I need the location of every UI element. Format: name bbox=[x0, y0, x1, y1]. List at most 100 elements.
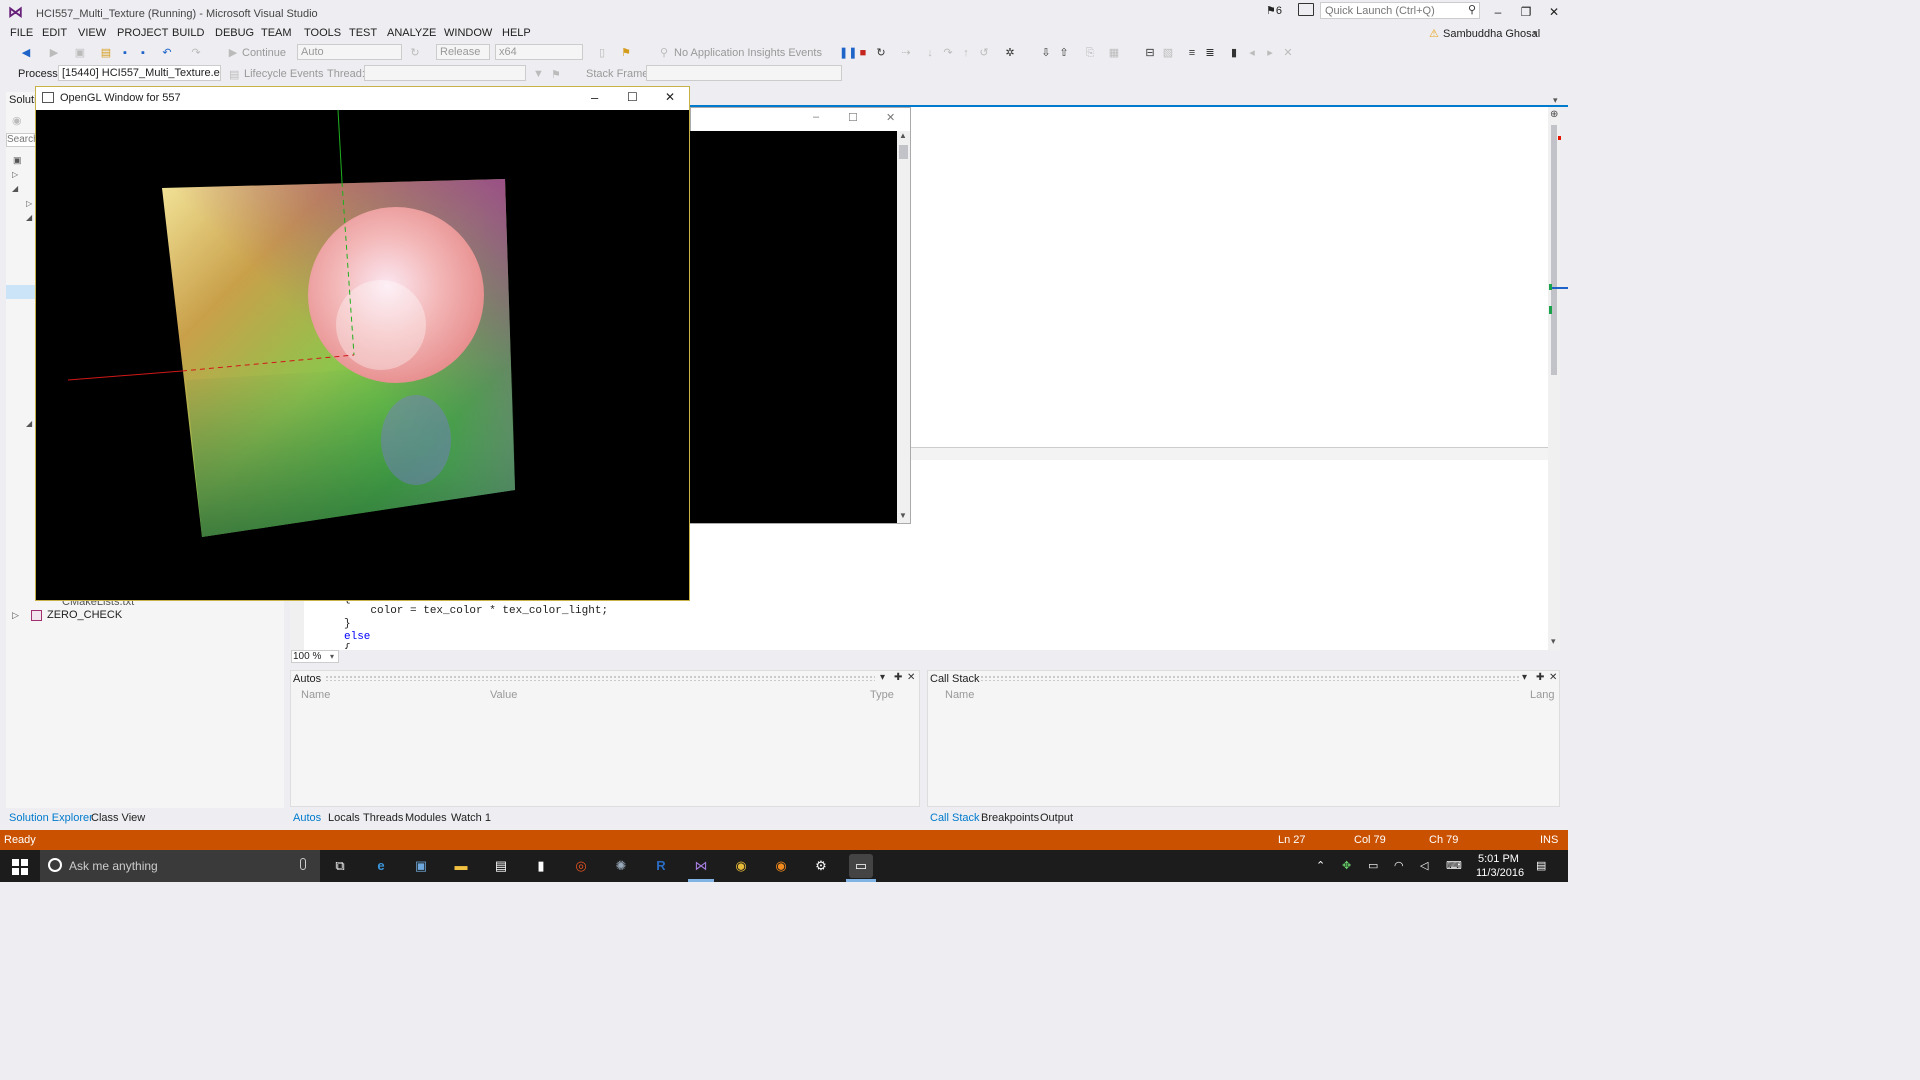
menu-window[interactable]: WINDOW bbox=[444, 27, 492, 39]
collapse-icon[interactable]: ◢ bbox=[12, 184, 18, 193]
ubuntu-icon[interactable]: ◎ bbox=[569, 854, 593, 878]
run-to-cursor-icon[interactable]: ↺ bbox=[978, 47, 990, 59]
autos-col-name[interactable]: Name bbox=[301, 689, 330, 701]
taskbar-search-placeholder[interactable]: Ask me anything bbox=[69, 859, 158, 873]
solution-config-combo[interactable]: Auto bbox=[297, 44, 402, 60]
pin-icon[interactable]: ✚ bbox=[1536, 672, 1544, 683]
search-icon[interactable]: ⚲ bbox=[1468, 3, 1476, 16]
attach-icon[interactable]: ⎘ bbox=[1084, 47, 1096, 59]
file-explorer-icon[interactable]: ▬ bbox=[449, 854, 473, 878]
console-close-button[interactable]: ✕ bbox=[886, 111, 895, 124]
diagnostics-icon[interactable]: ✲ bbox=[1004, 47, 1016, 59]
tab-list-icon[interactable]: ▾ bbox=[1553, 95, 1558, 106]
clear-bookmarks-icon[interactable]: ✕ bbox=[1282, 47, 1294, 59]
chevron-down-icon[interactable]: ▾ bbox=[1533, 28, 1538, 39]
firefox-icon[interactable]: ◉ bbox=[769, 854, 793, 878]
chevron-down-icon[interactable]: ▾ bbox=[1522, 672, 1527, 683]
tray-app-icon[interactable]: ✥ bbox=[1342, 859, 1351, 872]
user-account[interactable]: Sambuddha Ghosal bbox=[1443, 28, 1540, 40]
layout-icon[interactable]: ▦ bbox=[1108, 47, 1120, 59]
console-output[interactable] bbox=[690, 131, 897, 523]
tab-watch-1[interactable]: Watch 1 bbox=[451, 812, 491, 824]
windows-start-icon[interactable] bbox=[12, 859, 28, 875]
autos-col-value[interactable]: Value bbox=[490, 689, 517, 701]
download-icon[interactable]: ⇩ bbox=[1040, 47, 1052, 59]
solution-search-input[interactable]: Search bbox=[6, 133, 36, 147]
chevron-down-icon[interactable]: ▼ bbox=[899, 511, 907, 520]
menu-file[interactable]: FILE bbox=[10, 27, 33, 39]
gl-maximize-button[interactable]: ☐ bbox=[627, 90, 638, 104]
tree-item-zero-check[interactable]: ZERO_CHECK bbox=[47, 609, 122, 621]
gl-minimize-button[interactable]: – bbox=[591, 90, 598, 105]
menu-build[interactable]: BUILD bbox=[172, 27, 204, 39]
back-icon[interactable]: ◀ bbox=[20, 47, 32, 59]
find-icon[interactable]: ⚑ bbox=[620, 47, 632, 59]
continue-button[interactable]: Continue bbox=[242, 47, 286, 59]
tab-solution-explorer[interactable]: Solution Explorer bbox=[9, 812, 93, 824]
menu-tools[interactable]: TOOLS bbox=[304, 27, 341, 39]
insights-dropdown[interactable]: No Application Insights Events bbox=[674, 47, 822, 59]
prev-bookmark-icon[interactable]: ◂ bbox=[1246, 47, 1258, 59]
keyboard-icon[interactable]: ⌨ bbox=[1446, 859, 1462, 872]
expand-icon[interactable]: ▷ bbox=[26, 199, 32, 208]
chevron-up-icon[interactable]: ▲ bbox=[899, 131, 907, 140]
tab-locals[interactable]: Locals bbox=[328, 812, 360, 824]
console-minimize-button[interactable]: – bbox=[813, 111, 819, 123]
window-icon[interactable]: ▧ bbox=[1162, 47, 1174, 59]
minimize-button[interactable]: – bbox=[1488, 4, 1508, 20]
settings-icon[interactable]: ⚙ bbox=[809, 854, 833, 878]
build-config-combo[interactable]: Release bbox=[436, 44, 490, 60]
tab-output[interactable]: Output bbox=[1040, 812, 1073, 824]
scroll-down-icon[interactable]: ▾ bbox=[1551, 636, 1556, 647]
editor-scrollbar-thumb[interactable] bbox=[1551, 125, 1557, 375]
document-icon[interactable]: ▮ bbox=[529, 854, 553, 878]
step-into-icon[interactable]: ↓ bbox=[924, 47, 936, 59]
code-line[interactable]: } bbox=[344, 618, 351, 630]
console-scrollbar-thumb[interactable] bbox=[899, 145, 908, 159]
clock-date[interactable]: 11/3/2016 bbox=[1476, 867, 1524, 879]
menu-edit[interactable]: EDIT bbox=[42, 27, 67, 39]
lifecycle-events-dropdown[interactable]: Lifecycle Events bbox=[244, 68, 323, 80]
device-icon[interactable]: ▯ bbox=[596, 47, 608, 59]
tab-breakpoints[interactable]: Breakpoints bbox=[981, 812, 1039, 824]
edge-icon[interactable]: e bbox=[369, 854, 393, 878]
clock-time[interactable]: 5:01 PM bbox=[1478, 853, 1519, 865]
save-all-icon[interactable]: ▪ bbox=[137, 47, 149, 59]
outdent-icon[interactable]: ≣ bbox=[1204, 47, 1216, 59]
show-hidden-icons-icon[interactable]: ⌃ bbox=[1316, 859, 1325, 872]
quick-launch-input[interactable]: Quick Launch (Ctrl+Q) bbox=[1320, 2, 1480, 19]
console-scrollbar[interactable] bbox=[897, 131, 910, 523]
stop-icon[interactable]: ■ bbox=[857, 47, 869, 59]
maximize-button[interactable]: ❐ bbox=[1516, 4, 1536, 20]
platform-combo[interactable]: x64 bbox=[495, 44, 583, 60]
thread-combo[interactable] bbox=[364, 65, 526, 81]
upload-icon[interactable]: ⇧ bbox=[1058, 47, 1070, 59]
indent-icon[interactable]: ≡ bbox=[1186, 47, 1198, 59]
bookmark-icon[interactable]: ▮ bbox=[1228, 47, 1240, 59]
expand-icon[interactable]: ▷ bbox=[12, 610, 19, 621]
collapse-icon[interactable]: ◢ bbox=[26, 213, 32, 222]
close-icon[interactable]: ✕ bbox=[1549, 672, 1557, 683]
settings-wheel-icon[interactable]: ✺ bbox=[609, 854, 633, 878]
menu-debug[interactable]: DEBUG bbox=[215, 27, 254, 39]
panel-grip[interactable] bbox=[325, 675, 875, 681]
insights-icon[interactable]: ⚲ bbox=[658, 47, 670, 59]
step-out-icon[interactable]: ↑ bbox=[960, 47, 972, 59]
restart-icon[interactable]: ↻ bbox=[875, 47, 887, 59]
save-icon[interactable]: ▪ bbox=[119, 47, 131, 59]
format-icon[interactable]: ⊟ bbox=[1144, 47, 1156, 59]
stack-frame-combo[interactable] bbox=[646, 65, 842, 81]
show-next-statement-icon[interactable]: ⇢ bbox=[900, 47, 912, 59]
filter-icon[interactable]: ▼ bbox=[533, 68, 544, 80]
close-icon[interactable]: ✕ bbox=[907, 672, 915, 683]
opengl-canvas[interactable] bbox=[36, 110, 689, 600]
menu-view[interactable]: VIEW bbox=[78, 27, 106, 39]
autos-col-type[interactable]: Type bbox=[870, 689, 894, 701]
tab-call-stack[interactable]: Call Stack bbox=[930, 812, 980, 824]
close-button[interactable]: ✕ bbox=[1544, 4, 1564, 20]
home-icon[interactable]: ◉ bbox=[12, 114, 22, 127]
network-app-icon[interactable]: ▣ bbox=[409, 854, 433, 878]
menu-team[interactable]: TEAM bbox=[261, 27, 292, 39]
panel-grip[interactable] bbox=[980, 675, 1520, 681]
collapse-icon[interactable]: ◢ bbox=[26, 419, 32, 428]
